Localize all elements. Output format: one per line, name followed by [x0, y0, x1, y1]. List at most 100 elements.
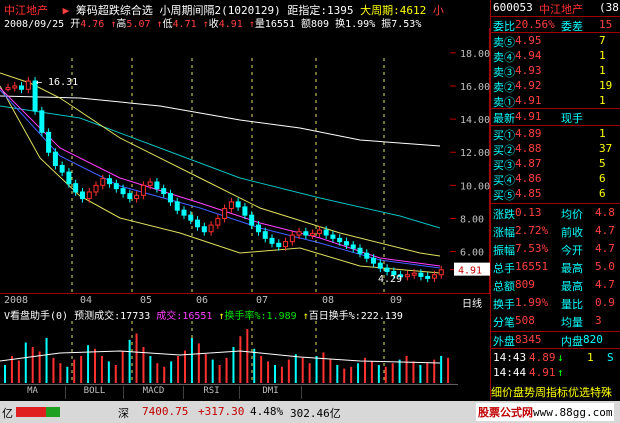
volume-chart[interactable] — [0, 321, 458, 383]
sell-row[interactable]: 卖② 4.92 19 — [491, 79, 620, 94]
stat-row[interactable]: 总额 809 最高 4.7 — [491, 278, 620, 293]
volume-bar — [177, 356, 180, 383]
candle-body — [262, 231, 268, 239]
sell-row[interactable]: 卖④ 4.94 1 — [491, 49, 620, 64]
price-chart-svg[interactable]: 18.00 16.00 14.00 12.00 10.00 8.00 6.00 4.91 ← 1… — [0, 28, 490, 293]
buy-volume: 6 — [599, 187, 606, 200]
candle-body — [330, 234, 336, 239]
volume-bar — [308, 363, 311, 383]
chart-header: 中江地产 ▶ 筹码超跌综合选 小周期间隔2(1020129) 距指定:1395 … — [0, 0, 490, 30]
buy-price: 4.89 — [515, 127, 542, 140]
volume-bar — [301, 357, 304, 383]
candle-body — [249, 214, 255, 226]
buy-row[interactable]: 买④ 4.86 6 — [491, 172, 620, 187]
stat-row[interactable]: 分笔 508 均量 3 — [491, 314, 620, 329]
last-price: 4.91 — [515, 110, 542, 123]
candle-body — [140, 184, 146, 196]
candle-body — [59, 164, 65, 173]
volume-bar — [10, 356, 13, 383]
candle-body — [425, 275, 431, 279]
tick-row[interactable]: 14:44 4.91 ↑ — [491, 366, 620, 380]
stat-value: 4.7 — [595, 242, 615, 255]
buy-row[interactable]: 买⑤ 4.85 6 — [491, 187, 620, 202]
price-chart[interactable]: 18.00 16.00 14.00 12.00 10.00 8.00 6.00 4.91 ← 1… — [0, 28, 490, 293]
volume-bar — [135, 333, 138, 383]
volume-chart-svg[interactable] — [0, 321, 458, 383]
tab-boll[interactable]: BOLL — [66, 386, 124, 399]
stat-value: 7.53% — [515, 242, 549, 255]
buy-row[interactable]: 买③ 4.87 5 — [491, 157, 620, 172]
period-button[interactable]: 日线 — [462, 295, 482, 310]
price-tick-label: 8.00 — [460, 214, 484, 225]
tab-ma[interactable]: MA — [0, 386, 66, 399]
stat-value: 4.7 — [595, 224, 615, 237]
volume-bar — [170, 361, 173, 383]
time-tick: 09 — [390, 295, 403, 306]
price-tick-label: 6.00 — [460, 248, 484, 259]
candle-body — [404, 274, 410, 278]
candle-body — [181, 209, 187, 216]
candle-body — [195, 219, 201, 228]
stat-row[interactable]: 总手 16551 最高 5.0 — [491, 260, 620, 275]
candle-body — [411, 272, 417, 276]
candle-body — [188, 214, 194, 221]
index-amount: 302.46亿 — [290, 407, 341, 420]
time-tick: 2008 — [4, 295, 29, 306]
low-annotation: 4.29 — [378, 274, 402, 285]
volume-bar — [156, 363, 159, 383]
candle-body — [350, 244, 356, 249]
volume-bar — [87, 345, 90, 383]
candle-body — [93, 184, 99, 193]
buy-price: 4.86 — [515, 172, 542, 185]
candle-body — [364, 252, 370, 259]
sell-row[interactable]: 卖⑤ 4.95 7 — [491, 34, 620, 49]
volume-bar — [149, 356, 152, 383]
candle-body — [12, 85, 18, 89]
sell-price: 4.94 — [515, 49, 542, 62]
candle-body — [269, 237, 275, 244]
volume-bar — [370, 361, 373, 383]
buy-row[interactable]: 买① 4.89 1 — [491, 127, 620, 142]
candle-body — [79, 191, 85, 200]
candle-body — [357, 247, 363, 254]
sell-row[interactable]: 卖① 4.91 1 — [491, 94, 620, 109]
volume-bar — [80, 356, 83, 383]
tab-macd[interactable]: MACD — [124, 386, 184, 399]
candle-body — [46, 131, 52, 153]
volume-bar — [121, 351, 124, 383]
tick-price: 4.89 — [529, 351, 556, 364]
index-value: 7400.75 — [142, 405, 189, 418]
buy-volume: 1 — [599, 127, 606, 140]
tab-dmi[interactable]: DMI — [240, 386, 302, 399]
stat-value: 508 — [515, 314, 535, 327]
volume-bar — [357, 363, 360, 383]
candle-body — [208, 224, 214, 233]
volume-bar — [4, 365, 6, 383]
sell-row[interactable]: 卖③ 4.93 1 — [491, 64, 620, 79]
tab-rsi[interactable]: RSI — [184, 386, 240, 399]
index-name[interactable]: 深 — [118, 405, 129, 421]
volume-bar — [128, 339, 131, 383]
candle-body — [228, 201, 234, 210]
tick-row[interactable]: 14:43 4.89 ↓ 1 S — [491, 351, 620, 365]
candle-body — [276, 242, 282, 248]
stock-code: 600053 — [493, 1, 533, 14]
stat-row[interactable]: 换手 1.99% 量比 0.9 — [491, 296, 620, 311]
stat-row[interactable]: 涨幅 2.72% 前收 4.7 — [491, 224, 620, 239]
buy-price: 4.87 — [515, 157, 542, 170]
volume-bar — [114, 365, 117, 383]
volume-bar — [204, 354, 207, 383]
stat-row[interactable]: 涨跌 0.13 均价 4.8 — [491, 206, 620, 221]
candle-body — [343, 241, 349, 246]
candle-body — [134, 194, 140, 200]
stat-row[interactable]: 振幅 7.53% 今开 4.7 — [491, 242, 620, 257]
volume-bar — [45, 338, 48, 383]
volume-header: V看盘助手(0) 预测成交:17733 成交:16551 ↑换手率%:1.989… — [4, 311, 403, 322]
ma-long-line — [0, 95, 441, 147]
buy-row[interactable]: 买② 4.88 37 — [491, 142, 620, 157]
stat-value: 0.13 — [515, 206, 542, 219]
volume-bar — [225, 357, 228, 383]
candle-body — [431, 274, 437, 279]
volume-bar — [246, 329, 249, 383]
candle-body — [384, 267, 390, 272]
